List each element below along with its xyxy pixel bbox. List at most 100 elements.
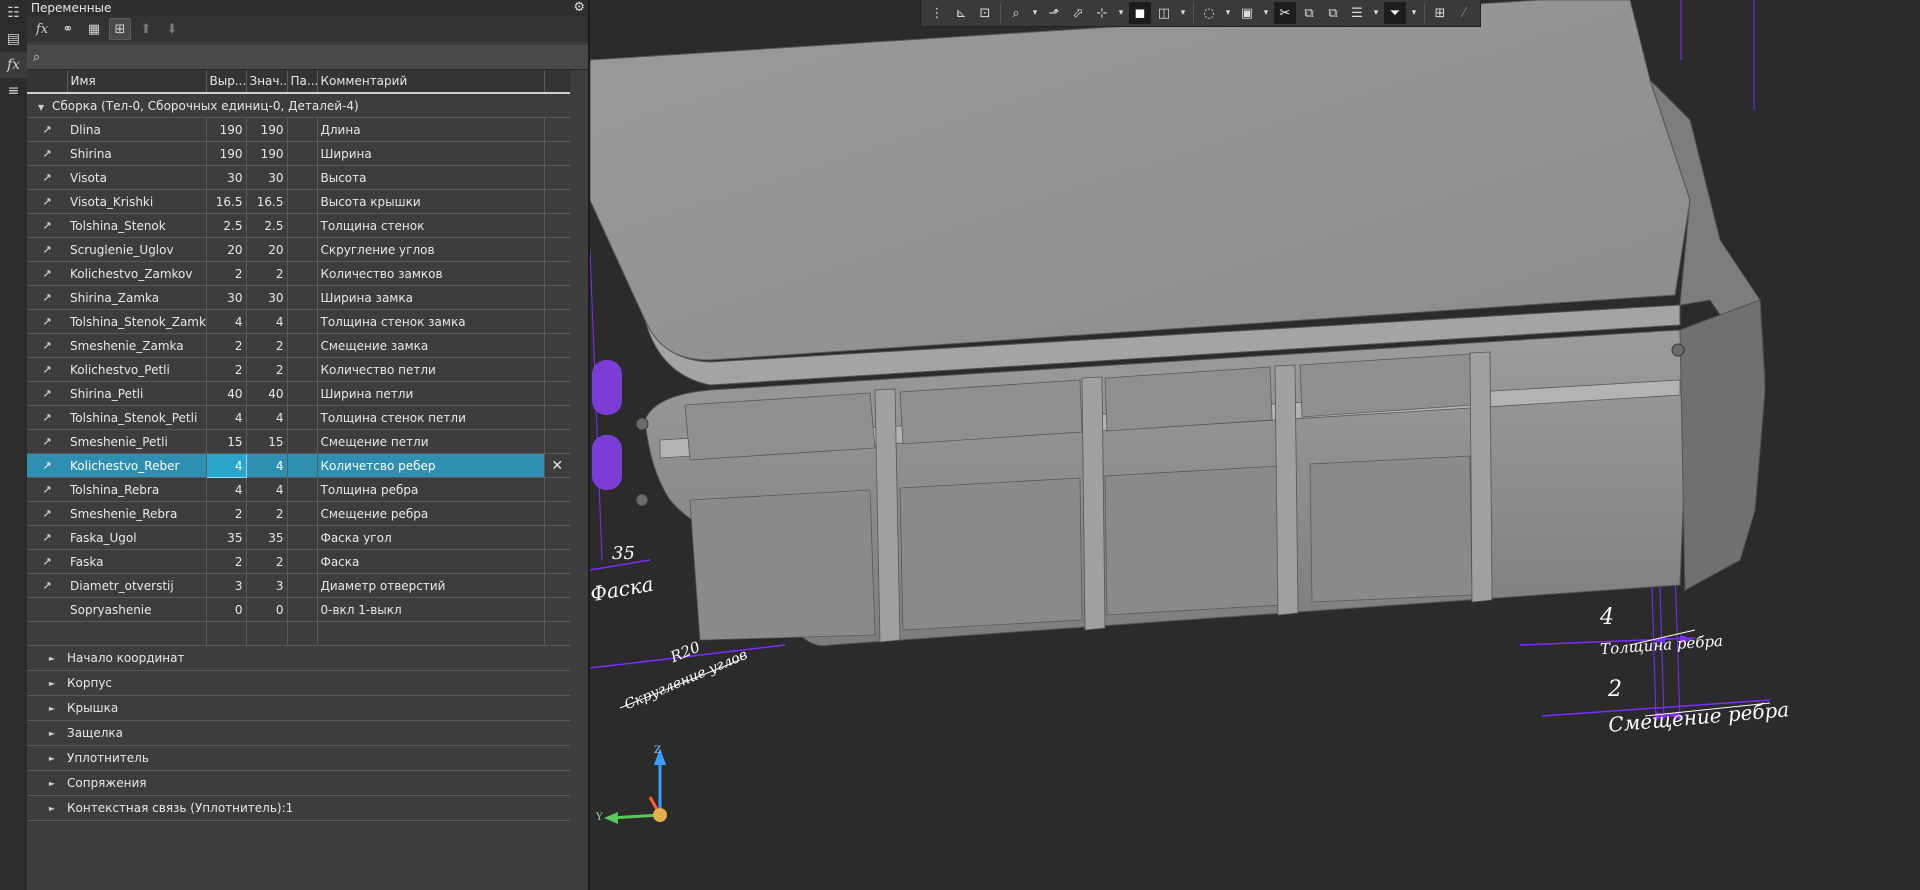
variable-comment[interactable]: Ширина петли (317, 381, 545, 406)
variable-value[interactable]: 40 (246, 381, 288, 406)
variable-name[interactable]: Kolichestvo_Petli (67, 357, 207, 382)
variable-row[interactable]: ↗ Scruglenie_Uglov 20 20 Скругление углов (27, 237, 570, 262)
filter-icon[interactable]: ⏷ (1384, 2, 1406, 24)
variable-name[interactable]: Kolichestvo_Zamkov (67, 261, 207, 286)
chevron-down-icon[interactable]: ▾ (1222, 2, 1234, 24)
variable-name[interactable]: Shirina (67, 141, 207, 166)
variable-value[interactable]: 190 (246, 141, 288, 166)
grid-icon[interactable]: ⋮ (926, 2, 948, 24)
variable-expression[interactable]: 2 (206, 333, 247, 358)
zoom-icon[interactable]: ⌕ (1005, 2, 1027, 24)
column-header-value[interactable]: Знач... (246, 70, 288, 94)
fx-icon[interactable]: fx (31, 18, 53, 40)
column-header-expression[interactable]: Выр... (206, 70, 247, 94)
variable-expression[interactable]: 20 (206, 237, 247, 262)
variable-param[interactable] (287, 309, 318, 334)
variable-name[interactable]: Tolshina_Stenok_Petli (67, 405, 207, 430)
variable-value[interactable]: 3 (246, 573, 288, 598)
section-item[interactable]: ► Защелка (27, 721, 570, 746)
section-item[interactable]: ► Начало координат (27, 646, 570, 671)
variable-name[interactable]: Dlina (67, 117, 207, 142)
variable-value[interactable]: 35 (246, 525, 288, 550)
empty-cell[interactable] (544, 621, 570, 646)
column-header-param[interactable]: Па... (287, 70, 318, 94)
variable-param[interactable] (287, 429, 318, 454)
expand-triangle-icon[interactable]: ► (27, 754, 63, 763)
variable-value[interactable]: 0 (246, 597, 288, 622)
variable-param[interactable] (287, 213, 318, 238)
orient-icon[interactable]: ⬀ (1067, 2, 1089, 24)
variable-comment[interactable]: Фаска угол (317, 525, 545, 550)
variable-value[interactable]: 30 (246, 165, 288, 190)
variable-expression[interactable]: 0 (206, 597, 247, 622)
variable-row[interactable]: ↗ Kolichestvo_Petli 2 2 Количество петли (27, 357, 570, 382)
variable-name[interactable]: Scruglenie_Uglov (67, 237, 207, 262)
variable-comment[interactable]: Количество петли (317, 357, 545, 382)
variable-expression[interactable]: 4 (206, 405, 247, 430)
variable-value[interactable]: 2 (246, 333, 288, 358)
chevron-down-icon[interactable]: ▾ (1177, 2, 1189, 24)
chevron-down-icon[interactable]: ▾ (1408, 2, 1420, 24)
variable-name[interactable]: Shirina_Zamka (67, 285, 207, 310)
variable-row[interactable]: ↗ Diametr_otverstij 3 3 Диаметр отверстий (27, 573, 570, 598)
variable-param[interactable] (287, 597, 318, 622)
arrow-up-icon[interactable]: ⬆ (135, 18, 157, 40)
variable-param[interactable] (287, 117, 318, 142)
expand-triangle-icon[interactable]: ► (27, 804, 63, 813)
variable-param[interactable] (287, 357, 318, 382)
expand-triangle-icon[interactable]: ► (27, 679, 63, 688)
variable-value[interactable]: 4 (246, 309, 288, 334)
shaded-cube-icon[interactable]: ◼ (1129, 2, 1151, 24)
variable-param[interactable] (287, 381, 318, 406)
variable-name[interactable]: Smeshenie_Petli (67, 429, 207, 454)
column-header-comment[interactable]: Комментарий (317, 70, 545, 94)
variable-name[interactable]: Smeshenie_Rebra (67, 501, 207, 526)
variable-row[interactable]: ↗ Kolichestvo_Zamkov 2 2 Количество замков (27, 261, 570, 286)
variable-row[interactable]: ↗ Visota_Krishki 16.5 16.5 Высота крышки (27, 189, 570, 214)
expand-triangle-icon[interactable]: ► (27, 654, 63, 663)
chevron-down-icon[interactable]: ▾ (1260, 2, 1272, 24)
variable-name[interactable]: Sopryashenie (67, 597, 207, 622)
section-item[interactable]: ► Уплотнитель (27, 746, 570, 771)
variable-expression[interactable]: 4 (206, 309, 247, 334)
variable-row[interactable]: ↗ Dlina 190 190 Длина (27, 117, 570, 142)
variable-comment[interactable]: Длина (317, 117, 545, 142)
variable-row[interactable]: ↗ Smeshenie_Petli 15 15 Смещение петли (27, 429, 570, 454)
variable-row[interactable]: ↗ Shirina_Petli 40 40 Ширина петли (27, 381, 570, 406)
variable-expression[interactable]: 190 (206, 117, 247, 142)
table-icon[interactable]: ▤ (0, 26, 27, 52)
variable-comment[interactable]: Ширина (317, 141, 545, 166)
variable-value[interactable]: 20 (246, 237, 288, 262)
empty-cell[interactable] (206, 621, 247, 646)
empty-cell[interactable] (67, 621, 207, 646)
variable-row[interactable]: ↗ Faska 2 2 Фаска (27, 549, 570, 574)
section-item[interactable]: ► Корпус (27, 671, 570, 696)
variable-comment[interactable]: Толщина стенок (317, 213, 545, 238)
variable-expression[interactable]: 2.5 (206, 213, 247, 238)
chevron-down-icon[interactable]: ▾ (1115, 2, 1127, 24)
variable-value[interactable]: 4 (246, 477, 288, 502)
drawing-icon[interactable]: ⊡ (974, 2, 996, 24)
variable-param[interactable] (287, 549, 318, 574)
hide-icon[interactable]: ◌ (1198, 2, 1220, 24)
variable-comment[interactable]: Смещение ребра (317, 501, 545, 526)
variable-row[interactable]: ↗ Visota 30 30 Высота (27, 165, 570, 190)
chevron-down-icon[interactable]: ▾ (1370, 2, 1382, 24)
section-item[interactable]: ► Крышка (27, 696, 570, 721)
sketch-icon[interactable]: ⊾ (950, 2, 972, 24)
column-header-name[interactable]: Имя (67, 70, 207, 94)
variable-comment[interactable]: Толщина стенок петли (317, 405, 545, 430)
variable-expression[interactable]: 40 (206, 381, 247, 406)
variable-expression[interactable]: 2 (206, 261, 247, 286)
fx-icon[interactable]: fx (0, 52, 27, 78)
variable-name[interactable]: Smeshenie_Zamka (67, 333, 207, 358)
model-canvas[interactable] (590, 0, 1920, 890)
variable-name[interactable]: Visota (67, 165, 207, 190)
variable-param[interactable] (287, 525, 318, 550)
collapse-triangle-icon[interactable]: ▼ (38, 103, 44, 112)
empty-cell[interactable] (287, 621, 318, 646)
variable-row[interactable]: ↗ Tolshina_Stenok_Petli 4 4 Толщина стенок п… (27, 405, 570, 430)
search-input[interactable] (46, 49, 588, 65)
section-item[interactable]: ► Сопряжения (27, 771, 570, 796)
variable-param[interactable] (287, 189, 318, 214)
